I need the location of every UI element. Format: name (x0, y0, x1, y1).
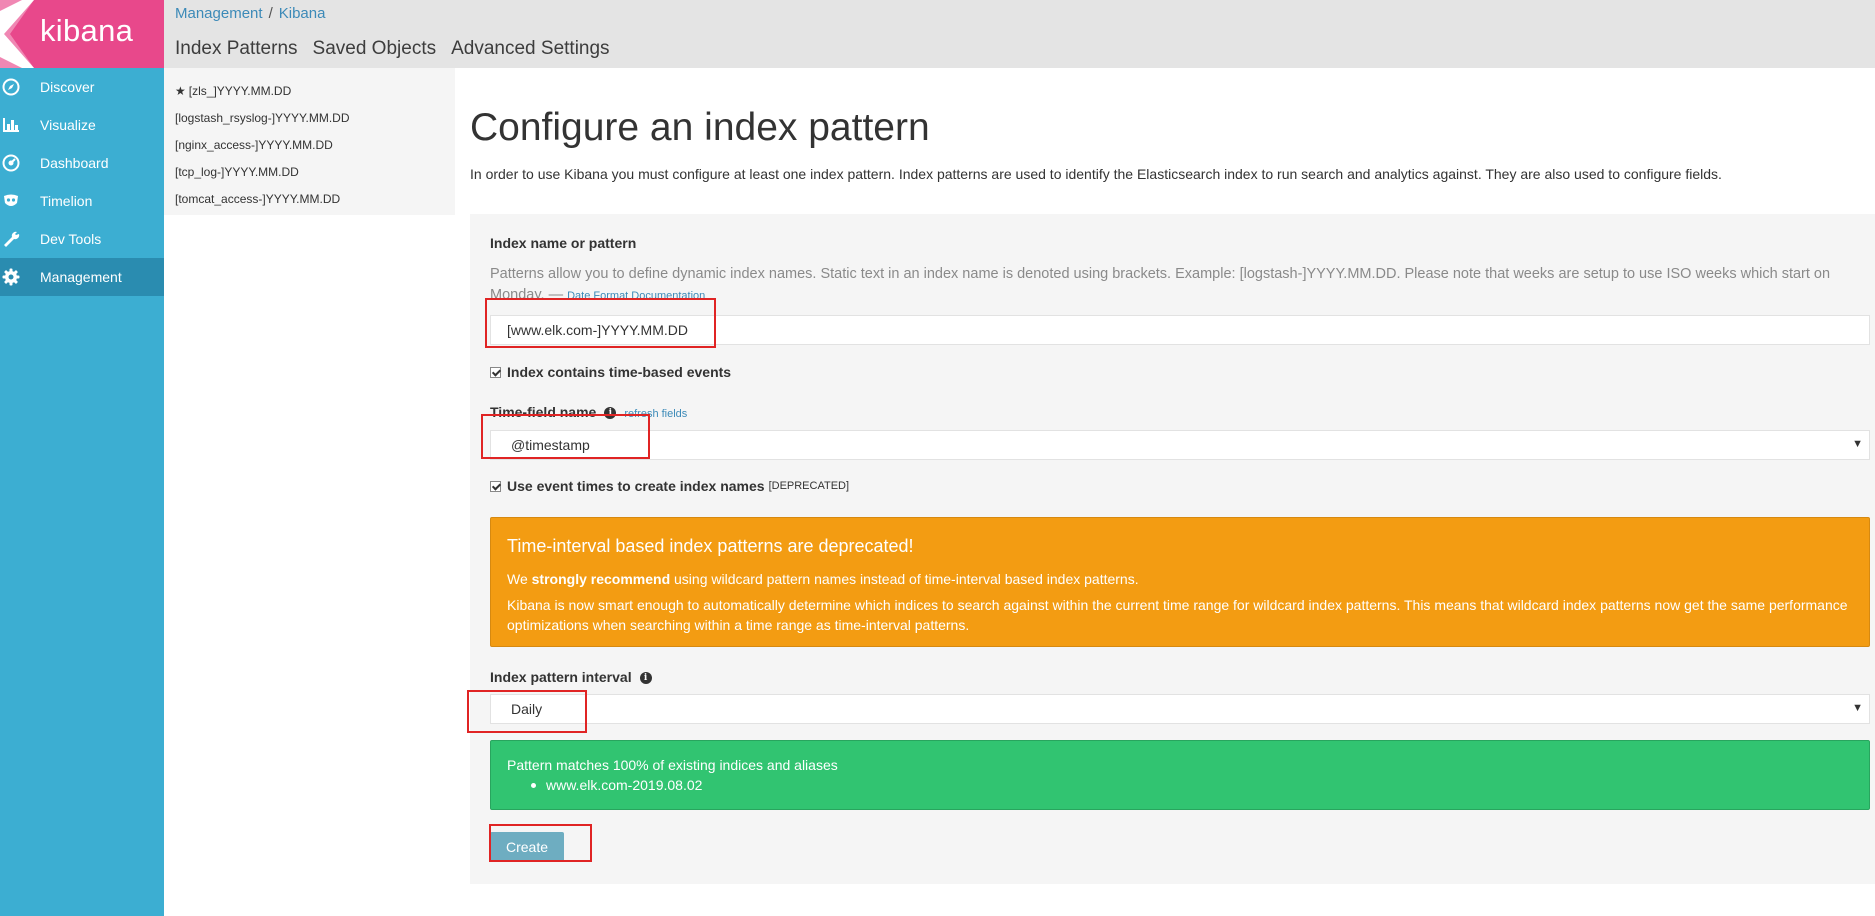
list-item: www.elk.com-2019.08.02 (531, 777, 702, 793)
tab-saved-objects[interactable]: Saved Objects (313, 38, 437, 60)
time-based-events-checkbox[interactable] (490, 366, 501, 378)
tab-advanced-settings[interactable]: Advanced Settings (451, 38, 609, 60)
dashboard-gauge-icon (2, 154, 20, 172)
chevron-down-icon: ▼ (1852, 702, 1863, 714)
deprecation-warning: Time-interval based index patterns are d… (490, 517, 1870, 647)
pattern-match-success: Pattern matches 100% of existing indices… (490, 740, 1870, 810)
sidebar: kibana Discover Visualize Dashboard Time… (0, 0, 164, 916)
event-times-row: Use event times to create index names [D… (490, 478, 849, 494)
top-header: Management / Kibana Index Patterns Saved O… (164, 0, 1875, 68)
bullet-icon (531, 782, 536, 788)
info-icon: i (604, 407, 617, 420)
warning-emphasis: strongly recommend (531, 571, 671, 587)
list-item[interactable]: [logstash_rsyslog-]YYYY.MM.DD (164, 111, 455, 138)
warning-text: We (507, 571, 532, 587)
index-pattern-list: ★ [zls_]YYYY.MM.DD [logstash_rsyslog-]YY… (164, 68, 455, 215)
sidebar-item-label: Timelion (40, 193, 93, 209)
management-tabs: Index Patterns Saved Objects Advanced Se… (175, 38, 610, 60)
sidebar-nav: Discover Visualize Dashboard Timelion De… (0, 68, 164, 296)
wrench-icon (4, 231, 20, 247)
list-item[interactable]: [tomcat_access-]YYYY.MM.DD (164, 192, 455, 219)
time-field-select[interactable]: @timestamp ▼ (490, 430, 1870, 460)
page-title: Configure an index pattern (470, 106, 930, 149)
date-format-doc-link[interactable]: Date Format Documentation (567, 290, 705, 300)
time-field-label-row: Time-field name i refresh fields (490, 404, 687, 420)
compass-icon (2, 78, 20, 96)
pattern-label: [nginx_access-]YYYY.MM.DD (175, 138, 333, 152)
pattern-label: [logstash_rsyslog-]YYYY.MM.DD (175, 111, 350, 125)
breadcrumb-kibana[interactable]: Kibana (279, 5, 326, 22)
time-based-events-row: Index contains time-based events (490, 364, 731, 380)
index-pattern-form: Index name or pattern Patterns allow you… (470, 214, 1875, 884)
breadcrumb-management[interactable]: Management (175, 5, 263, 22)
chevron-down-icon: ▼ (1852, 438, 1863, 450)
warning-line-1: We strongly recommend using wildcard pat… (507, 571, 1139, 587)
list-item[interactable]: ★ [zls_]YYYY.MM.DD (164, 84, 455, 111)
sidebar-item-discover[interactable]: Discover (0, 68, 164, 106)
create-button[interactable]: Create (490, 832, 564, 862)
pattern-label: [zls_]YYYY.MM.DD (188, 84, 292, 98)
sidebar-item-label: Dev Tools (40, 231, 102, 247)
event-times-checkbox[interactable] (490, 480, 501, 492)
index-name-input[interactable]: [www.elk.com-]YYYY.MM.DD (490, 315, 1870, 345)
sidebar-item-dashboard[interactable]: Dashboard (0, 144, 164, 182)
warning-line-2: Kibana is now smart enough to automatica… (507, 597, 1848, 633)
sidebar-item-management[interactable]: Management (0, 258, 164, 296)
sidebar-item-label: Management (40, 269, 122, 285)
pattern-label: [tomcat_access-]YYYY.MM.DD (175, 192, 341, 206)
sidebar-item-label: Dashboard (40, 155, 109, 171)
time-based-events-label: Index contains time-based events (507, 364, 732, 380)
page-description: In order to use Kibana you must configur… (470, 166, 1722, 182)
index-name-label: Index name or pattern (490, 235, 637, 251)
list-item[interactable]: [nginx_access-]YYYY.MM.DD (164, 138, 455, 165)
sidebar-item-dev-tools[interactable]: Dev Tools (0, 220, 164, 258)
gear-icon (2, 268, 20, 286)
logo-text: kibana (40, 13, 134, 48)
index-name-value: [www.elk.com-]YYYY.MM.DD (507, 322, 688, 338)
list-item[interactable]: [tcp_log-]YYYY.MM.DD (164, 165, 455, 192)
info-icon: i (639, 672, 652, 685)
kibana-logo-icon (0, 0, 34, 68)
time-field-value: @timestamp (511, 437, 590, 453)
deprecated-tag: [DEPRECATED] (768, 480, 850, 492)
success-title: Pattern matches 100% of existing indices… (507, 757, 838, 773)
pattern-label: [tcp_log-]YYYY.MM.DD (175, 165, 299, 179)
interval-label: Index pattern interval (490, 669, 632, 685)
interval-value: Daily (511, 701, 543, 717)
breadcrumb-separator: / (268, 5, 273, 22)
refresh-fields-link[interactable]: refresh fields (624, 408, 687, 420)
breadcrumb: Management / Kibana (175, 5, 325, 22)
sidebar-item-label: Visualize (40, 117, 96, 133)
event-times-label: Use event times to create index names (507, 478, 765, 494)
interval-label-row: Index pattern interval i (490, 669, 652, 685)
sidebar-item-visualize[interactable]: Visualize (0, 106, 164, 144)
sidebar-item-label: Discover (40, 79, 95, 95)
kibana-logo[interactable]: kibana (0, 0, 164, 68)
star-icon: ★ (175, 84, 186, 98)
matched-index: www.elk.com-2019.08.02 (546, 777, 703, 793)
index-name-help: Patterns allow you to define dynamic ind… (490, 264, 1870, 300)
warning-text: using wildcard pattern names instead of … (670, 571, 1139, 587)
bar-chart-icon (3, 118, 19, 132)
tab-index-patterns[interactable]: Index Patterns (175, 38, 298, 60)
sidebar-item-timelion[interactable]: Timelion (0, 182, 164, 220)
timelion-mask-icon (4, 194, 18, 206)
time-field-label: Time-field name (490, 404, 597, 420)
warning-title: Time-interval based index patterns are d… (507, 536, 914, 556)
interval-select[interactable]: Daily ▼ (490, 694, 1870, 724)
